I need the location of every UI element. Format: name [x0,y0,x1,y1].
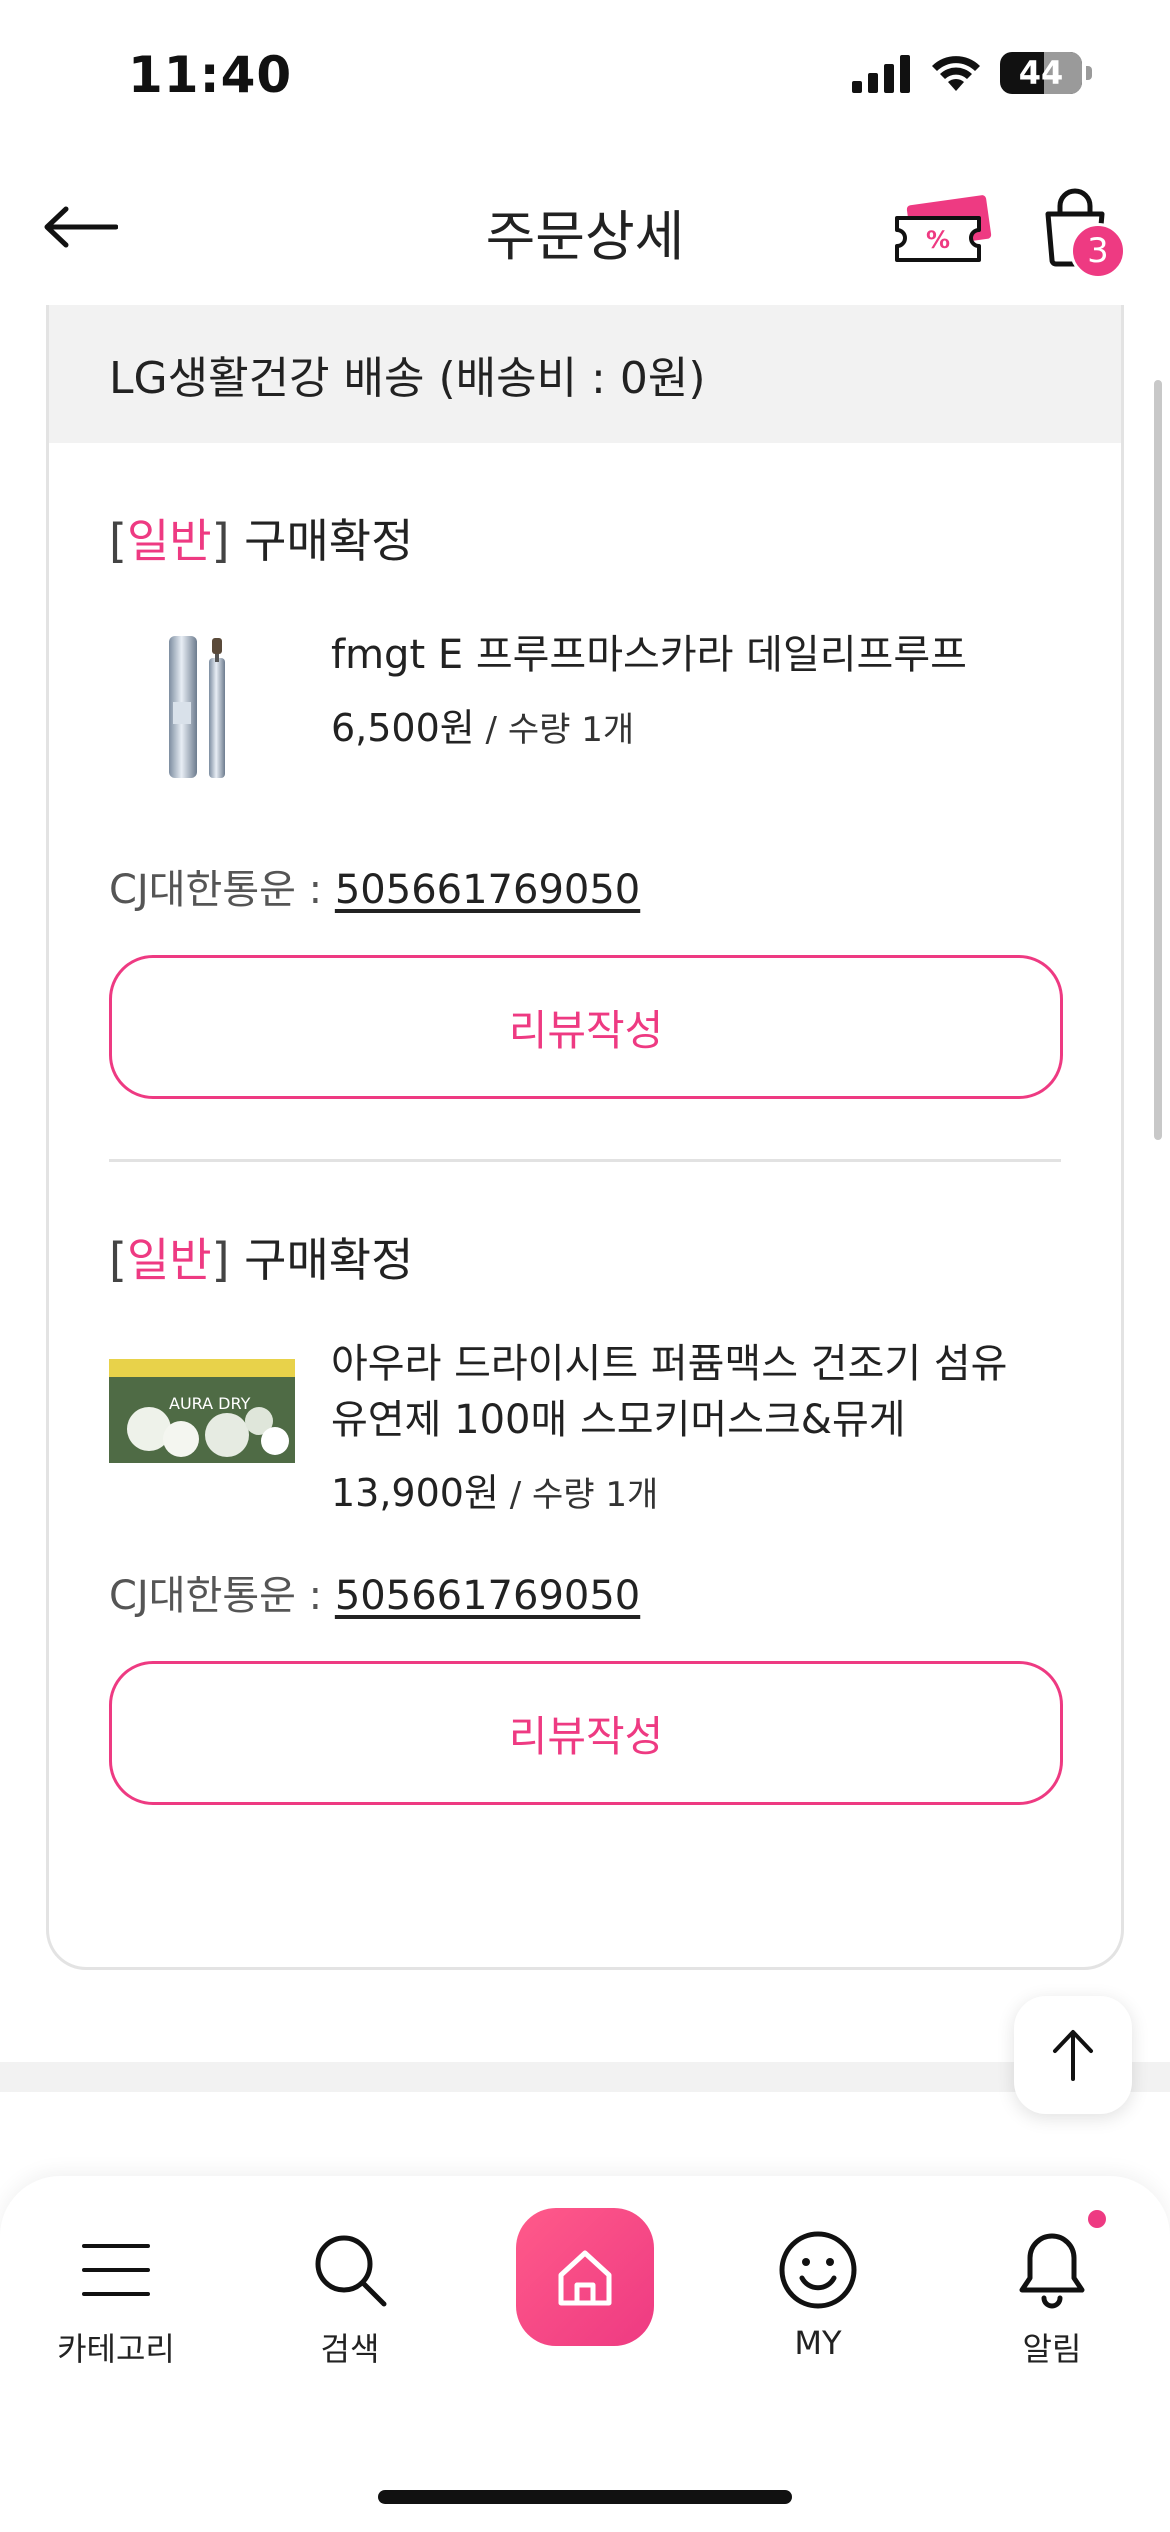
home-indicator [378,2490,792,2504]
status-bar: 11:40 44 [0,0,1170,150]
page-title: 주문상세 [485,205,685,268]
item-status: [일반] 구매확정 [109,443,1061,571]
home-icon [558,2250,612,2306]
nav-category[interactable]: 카테고리 [36,2218,196,2370]
nav-home-button[interactable] [516,2208,654,2346]
product-row[interactable]: fmgt E 프루프마스카라 데일리프루프 6,500원 / 수량 1개 [109,627,1061,787]
shipping-header: LG생활건강 배송 (배송비 : 0원) [49,305,1121,443]
bracket-open: [ [109,1233,127,1287]
product-thumbnail[interactable] [109,627,295,787]
product-price-qty: 13,900원 / 수량 1개 [331,1462,1031,1517]
arrow-up-icon [1053,2030,1093,2081]
product-price: 13,900원 [331,1471,499,1515]
status-icons: 44 [852,52,1092,94]
product-price: 6,500원 [331,706,475,750]
nav-my-label: MY [794,2324,842,2362]
tracking-number-link[interactable]: 505661769050 [335,867,640,913]
carrier-label: CJ대한통운 : [109,867,335,913]
tracking-number-link[interactable]: 505661769050 [335,1573,640,1619]
order-item: [일반] 구매확정 fmgt E 프루프마스카라 데일리프루프 6,500원 /… [49,443,1121,1099]
product-info: fmgt E 프루프마스카라 데일리프루프 6,500원 / 수량 1개 [331,627,1031,752]
product-name: 아우라 드라이시트 퍼퓸맥스 건조기 섬유유연제 100매 스모키머스크&뮤게 [331,1341,1008,1443]
cart-count-badge: 3 [1070,223,1126,279]
product-brand-mark: AURA DRY [169,1394,251,1413]
bell-icon [1019,2233,1085,2309]
nav-search-label: 검색 [320,2330,380,2368]
signal-icon [852,55,910,93]
notification-dot [1088,2210,1106,2228]
bottom-nav: 카테고리 검색 MY 알림 [0,2176,1170,2532]
item-status-label: 구매확정 [229,514,414,568]
nav-alerts[interactable]: 알림 [972,2218,1132,2370]
nav-my[interactable]: MY [738,2218,898,2362]
bracket-close: ] [211,1233,230,1287]
item-type: 일반 [126,514,212,568]
tracking-info: CJ대한통운 : 505661769050 [109,1563,1061,1621]
nav-alerts-label: 알림 [1022,2330,1082,2368]
write-review-button[interactable]: 리뷰작성 [109,955,1063,1099]
mascara-image [169,636,225,778]
item-type: 일반 [126,1233,212,1287]
item-status-label: 구매확정 [229,1233,414,1287]
order-item: [일반] 구매확정 AURA DRY 아우라 드라이시트 퍼퓸맥스 건조기 섬유… [49,1162,1121,1805]
dryer-sheet-image: AURA DRY [109,1359,295,1463]
nav-search[interactable]: 검색 [270,2218,430,2370]
carrier-label: CJ대한통운 : [109,1573,335,1619]
coupon-icon: % [895,195,992,262]
app-header: 주문상세 % 3 [0,150,1170,305]
search-icon [315,2235,387,2307]
coupon-button[interactable]: % [893,192,993,272]
product-quantity: 수량 1개 [532,1475,659,1515]
product-name: fmgt E 프루프마스카라 데일리프루프 [331,632,967,678]
wifi-icon [932,56,980,91]
svg-text:%: % [926,226,950,254]
smiley-icon [779,2231,857,2309]
product-price-qty: 6,500원 / 수량 1개 [331,697,1031,752]
product-info: 아우라 드라이시트 퍼퓸맥스 건조기 섬유유연제 100매 스모키머스크&뮤게 … [331,1336,1031,1517]
scrollbar[interactable] [1154,380,1162,1140]
cart-button[interactable]: 3 [1040,188,1130,288]
product-quantity: 수량 1개 [507,710,635,750]
product-thumbnail[interactable]: AURA DRY [109,1336,295,1486]
scroll-to-top-button[interactable] [1014,1996,1132,2114]
tracking-info: CJ대한통운 : 505661769050 [109,857,1061,915]
price-qty-separator: / [474,710,508,750]
battery-indicator: 44 [1000,52,1082,94]
order-card: LG생활건강 배송 (배송비 : 0원) [일반] 구매확정 fmgt E 프루… [46,305,1124,1970]
battery-level: 44 [1018,54,1064,92]
price-qty-separator: / [498,1475,533,1515]
write-review-button[interactable]: 리뷰작성 [109,1661,1063,1805]
section-separator [0,2062,1170,2092]
status-time: 11:40 [128,46,293,104]
bracket-open: [ [109,514,127,568]
bracket-close: ] [211,514,230,568]
menu-icon [82,2244,150,2296]
product-row[interactable]: AURA DRY 아우라 드라이시트 퍼퓸맥스 건조기 섬유유연제 100매 스… [109,1336,1061,1517]
item-status: [일반] 구매확정 [109,1162,1061,1290]
nav-category-label: 카테고리 [57,2330,175,2368]
